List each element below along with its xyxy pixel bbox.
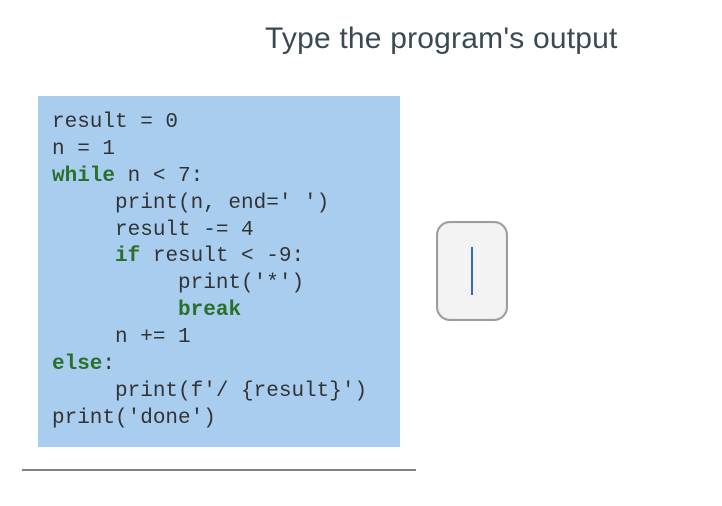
- code-line-5: result -= 4: [52, 219, 254, 242]
- code-line-1: result = 0: [52, 111, 178, 134]
- code-line-2: n = 1: [52, 138, 115, 161]
- output-input[interactable]: [436, 221, 508, 321]
- content-row: result = 0 n = 1 while n < 7: print(n, e…: [0, 78, 722, 447]
- code-line-7: print('*'): [52, 272, 304, 295]
- page-title: Type the program's output: [265, 22, 618, 55]
- code-line-10: else:: [52, 353, 115, 376]
- code-line-9: n += 1: [52, 326, 191, 349]
- code-line-6: if result < -9:: [52, 245, 304, 268]
- code-block: result = 0 n = 1 while n < 7: print(n, e…: [38, 96, 400, 447]
- code-line-12: print('done'): [52, 407, 216, 430]
- code-line-8: break: [52, 299, 241, 322]
- header: Type the program's output: [0, 0, 722, 78]
- text-cursor-icon: [471, 247, 474, 295]
- code-line-3: while n < 7:: [52, 165, 203, 188]
- code-line-11: print(f'/ {result}'): [52, 380, 367, 403]
- code-line-4: print(n, end=' '): [52, 192, 329, 215]
- divider: [22, 469, 416, 471]
